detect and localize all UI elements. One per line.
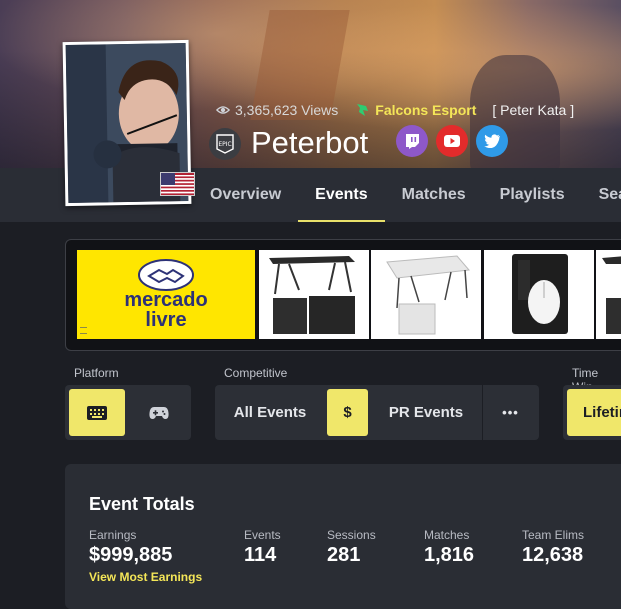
stat-label: Earnings bbox=[89, 528, 137, 542]
epic-games-icon: EPIC bbox=[209, 128, 241, 160]
folding-table-black-icon[interactable] bbox=[259, 250, 369, 339]
tab-matches[interactable]: Matches bbox=[385, 168, 483, 222]
youtube-icon[interactable] bbox=[436, 125, 468, 157]
profile-tabs: Overview Events Matches Playlists Seas bbox=[210, 168, 621, 222]
stat-label: Sessions bbox=[327, 528, 376, 542]
us-flag-icon bbox=[160, 172, 195, 196]
all-events-button[interactable]: All Events bbox=[219, 389, 321, 436]
profile-meta: 3,365,623 Views Falcons Esport [ Peter K… bbox=[216, 100, 574, 120]
stat-label: Matches bbox=[424, 528, 470, 542]
tab-overview[interactable]: Overview bbox=[210, 168, 298, 222]
stat-label: Team Elims bbox=[522, 528, 585, 542]
folding-table-white-icon[interactable] bbox=[371, 250, 481, 339]
team-link[interactable]: Falcons Esport bbox=[375, 102, 476, 118]
folding-table-partial-icon[interactable] bbox=[596, 250, 621, 339]
stat-value-sessions: 281 bbox=[327, 544, 361, 566]
stat-value-team-elims: 12,638 bbox=[522, 544, 584, 566]
pr-events-button[interactable]: PR Events bbox=[372, 389, 480, 436]
stat-label: Events bbox=[244, 528, 281, 542]
dollar-filter-button[interactable]: $ bbox=[327, 389, 368, 436]
event-totals-title: Event Totals bbox=[89, 494, 195, 514]
svg-text:EPIC: EPIC bbox=[218, 141, 231, 148]
competitive-label: Competitive bbox=[224, 366, 288, 380]
more-options-button[interactable]: ••• bbox=[486, 389, 535, 436]
falcons-logo-icon bbox=[357, 104, 369, 116]
tab-events[interactable]: Events bbox=[298, 168, 386, 222]
tab-seasons[interactable]: Seas bbox=[582, 168, 621, 222]
views-count: 3,365,623 Views bbox=[235, 102, 339, 118]
gamepad-icon[interactable] bbox=[131, 389, 187, 436]
stat-value-earnings: $999,885 bbox=[89, 544, 173, 566]
lifetime-button[interactable]: Lifetir bbox=[567, 389, 621, 436]
player-name: Peterbot bbox=[251, 125, 369, 160]
gaming-mouse-box-icon[interactable] bbox=[484, 250, 594, 339]
platform-label: Platform bbox=[74, 366, 119, 380]
ad-info-icon[interactable] bbox=[80, 327, 87, 334]
divider bbox=[482, 385, 483, 440]
player-alias: [ Peter Kata ] bbox=[492, 102, 575, 118]
ad-brand-line: mercado bbox=[124, 289, 208, 311]
twitch-icon[interactable] bbox=[396, 125, 428, 157]
stat-value-matches: 1,816 bbox=[424, 544, 475, 566]
stat-value-events: 114 bbox=[244, 544, 277, 566]
handshake-logo-icon bbox=[138, 259, 194, 291]
twitter-icon[interactable] bbox=[476, 125, 508, 157]
eye-icon bbox=[216, 106, 230, 114]
tab-playlists[interactable]: Playlists bbox=[483, 168, 582, 222]
view-most-earnings-link[interactable]: View Most Earnings bbox=[89, 570, 202, 584]
keyboard-icon[interactable] bbox=[69, 389, 125, 436]
ad-brand-line: livre bbox=[145, 309, 187, 331]
ad-brand-name: mercado livre bbox=[77, 290, 255, 330]
mercado-livre-ad[interactable]: mercado livre bbox=[77, 250, 255, 339]
